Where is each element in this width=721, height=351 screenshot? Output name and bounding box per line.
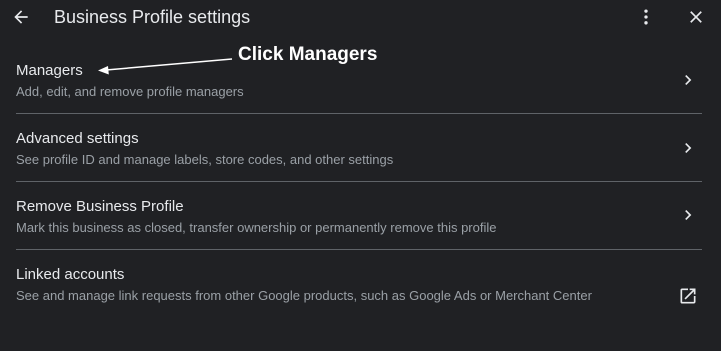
settings-item-advanced[interactable]: Advanced settings See profile ID and man…	[0, 130, 721, 178]
settings-item-title: Managers	[16, 62, 83, 79]
settings-item-description: See and manage link requests from other …	[16, 288, 592, 303]
chevron-right-icon	[678, 205, 698, 225]
open-in-new-icon	[678, 286, 698, 306]
annotation-label: Click Managers	[238, 44, 378, 65]
divider	[16, 181, 702, 182]
more-vert-icon	[644, 9, 648, 25]
settings-item-description: See profile ID and manage labels, store …	[16, 152, 394, 167]
dialog-title: Business Profile settings	[54, 7, 251, 27]
settings-item-description: Add, edit, and remove profile managers	[16, 84, 244, 99]
close-button[interactable]	[684, 4, 708, 30]
back-button[interactable]	[8, 4, 34, 30]
dialog-header: Business Profile settings	[0, 0, 721, 36]
chevron-right-icon	[678, 70, 698, 90]
more-options-button[interactable]	[636, 4, 656, 30]
settings-item-title: Advanced settings	[16, 130, 139, 147]
arrow-back-icon	[14, 10, 28, 24]
settings-item-description: Mark this business as closed, transfer o…	[16, 220, 497, 235]
chevron-right-icon	[678, 138, 698, 158]
divider	[16, 249, 702, 250]
settings-item-title: Remove Business Profile	[16, 198, 184, 215]
settings-item-linked-accounts[interactable]: Linked accounts See and manage link requ…	[0, 266, 721, 330]
settings-item-managers[interactable]: Managers Add, edit, and remove profile m…	[0, 62, 721, 110]
settings-item-title: Linked accounts	[16, 266, 125, 283]
close-icon	[690, 11, 702, 23]
settings-item-remove-profile[interactable]: Remove Business Profile Mark this busine…	[0, 198, 721, 246]
divider	[16, 113, 702, 114]
